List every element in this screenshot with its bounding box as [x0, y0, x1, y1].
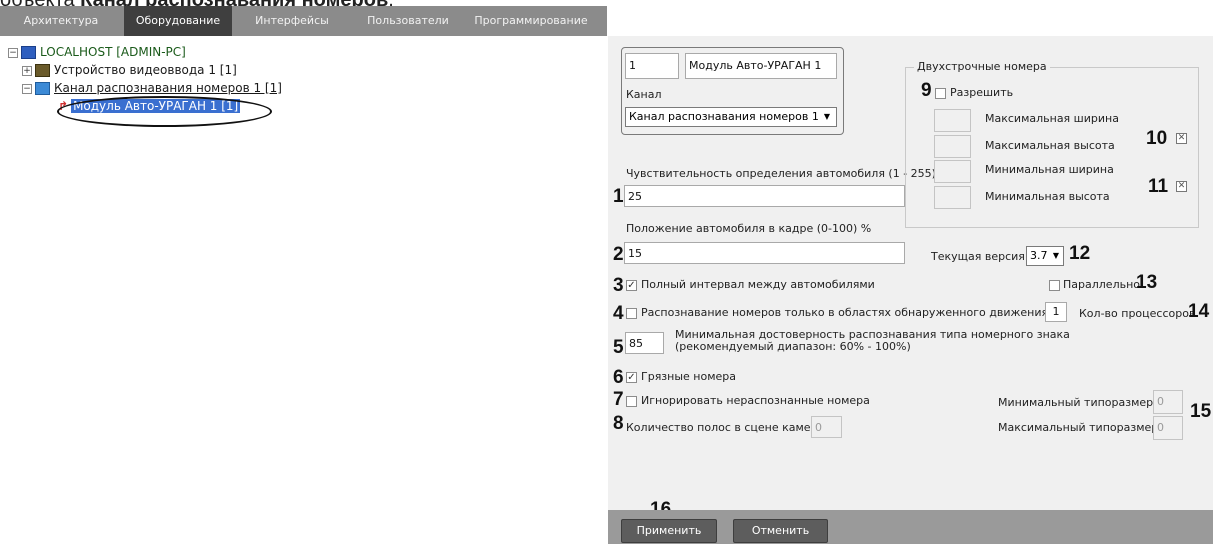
video-device-icon [35, 64, 50, 77]
x-box-icon: ✕ [1176, 133, 1187, 144]
two-line-plates-title: Двухстрочные номера [914, 60, 1050, 73]
chevron-down-icon: ▼ [823, 112, 831, 121]
callout-8: 8 [613, 413, 624, 434]
full-interval-label: Полный интервал между автомобилями [641, 278, 875, 291]
lanes-input[interactable]: 0 [811, 416, 842, 438]
settings-panel: 1 Модуль Авто-УРАГАН 1 Канал Канал распо… [608, 36, 1213, 544]
position-label: Положение автомобиля в кадре (0-100) % [626, 222, 872, 235]
max-size-label: Максимальный типоразмер [998, 421, 1159, 434]
tab-architecture[interactable]: Архитектура [0, 6, 122, 36]
sensitivity-input[interactable]: 25 [624, 185, 905, 207]
version-select[interactable]: 3.7 ▼ [1026, 246, 1064, 266]
cpu-count-input[interactable]: 1 [1045, 302, 1067, 322]
position-input[interactable]: 15 [624, 242, 905, 264]
channel-label: Канал [626, 88, 662, 101]
tree-label-channel: Канал распознавания номеров 1 [1] [54, 81, 282, 95]
channel-select[interactable]: Канал распознавания номеров 1 ▼ [625, 107, 837, 127]
max-height-input[interactable] [934, 135, 971, 158]
min-reliability-label: Минимальная достоверность распознавания … [675, 329, 1070, 353]
parallel-label: Параллельно [1063, 278, 1140, 291]
cpu-count-label: Кол-во процессоров [1079, 307, 1196, 320]
callout-11: 11 [1148, 176, 1169, 197]
motion-only-label: Распознавание номеров только в областях … [641, 306, 1049, 319]
tab-equipment[interactable]: Оборудование [124, 6, 232, 36]
callout-9: 9 [921, 80, 932, 101]
bottom-button-bar: Применить Отменить [608, 510, 1213, 544]
callout-15: 15 [1190, 401, 1212, 422]
min-width-input[interactable] [934, 160, 971, 183]
min-reliability-input[interactable]: 85 [625, 332, 664, 354]
object-name-field[interactable]: Модуль Авто-УРАГАН 1 [685, 53, 837, 79]
ignore-unrecognized-label: Игнорировать нераспознанные номера [641, 394, 870, 407]
highlight-ellipse [57, 96, 272, 127]
version-select-value: 3.7 [1030, 249, 1048, 262]
callout-6: 6 [613, 367, 624, 388]
callout-3: 3 [613, 275, 624, 296]
callout-7: 7 [613, 389, 624, 410]
min-width-label: Минимальная ширина [985, 163, 1114, 176]
lpr-channel-icon [35, 82, 50, 95]
tree-label-video: Устройство видеоввода 1 [1] [54, 63, 237, 77]
tab-users[interactable]: Пользователи [352, 6, 464, 36]
callout-10: 10 [1146, 128, 1168, 149]
callout-12: 12 [1069, 243, 1091, 264]
lanes-label: Количество полос в сцене камеры [626, 421, 827, 434]
dirty-plates-label: Грязные номера [641, 370, 737, 383]
min-size-label: Минимальный типоразмер [998, 396, 1154, 409]
computer-icon [21, 46, 36, 59]
parallel-checkbox[interactable] [1049, 280, 1060, 291]
object-id-field[interactable]: 1 [625, 53, 679, 79]
apply-button[interactable]: Применить [621, 519, 717, 543]
max-width-input[interactable] [934, 109, 971, 132]
chevron-down-icon: ▼ [1052, 251, 1060, 260]
tab-programming[interactable]: Программирование [466, 6, 596, 36]
full-interval-checkbox[interactable]: ✓ [626, 280, 637, 291]
tab-interfaces[interactable]: Интерфейсы [236, 6, 348, 36]
ignore-unrecognized-checkbox[interactable] [626, 396, 637, 407]
max-width-label: Максимальная ширина [985, 112, 1119, 125]
tree-label-localhost: LOCALHOST [ADMIN-PC] [40, 45, 186, 59]
callout-13: 13 [1136, 272, 1158, 293]
min-height-input[interactable] [934, 186, 971, 209]
callout-4: 4 [613, 303, 624, 324]
tree-node-localhost[interactable]: − LOCALHOST [ADMIN-PC] [8, 44, 186, 60]
motion-only-checkbox[interactable] [626, 308, 637, 319]
callout-5: 5 [613, 337, 624, 358]
sensitivity-label: Чувствительность определения автомобиля … [626, 167, 936, 180]
min-reliability-label-line2: (рекомендуемый диапазон: 60% - 100%) [675, 340, 911, 353]
cancel-button[interactable]: Отменить [733, 519, 828, 543]
callout-2: 2 [613, 244, 624, 265]
x-box-icon: ✕ [1176, 181, 1187, 192]
allow-two-line-checkbox[interactable] [935, 88, 946, 99]
max-size-input[interactable]: 0 [1153, 416, 1183, 440]
version-label: Текущая версия: [931, 250, 1029, 263]
min-height-label: Минимальная высота [985, 190, 1110, 203]
collapse-icon[interactable]: − [22, 83, 32, 94]
callout-1: 1 [613, 186, 624, 207]
tree-node-lpr-channel[interactable]: − Канал распознавания номеров 1 [1] [22, 80, 282, 96]
expand-icon[interactable]: + [22, 65, 32, 76]
top-menu-bar: Архитектура Оборудование Интерфейсы Поль… [0, 6, 607, 36]
max-height-label: Максимальная высота [985, 139, 1115, 152]
min-size-input[interactable]: 0 [1153, 390, 1183, 414]
collapse-icon[interactable]: − [8, 47, 18, 58]
tree-node-video-input[interactable]: + Устройство видеоввода 1 [1] [22, 62, 237, 78]
allow-two-line-label: Разрешить [950, 86, 1014, 99]
channel-select-value: Канал распознавания номеров 1 [629, 110, 819, 123]
callout-14: 14 [1188, 301, 1210, 322]
dirty-plates-checkbox[interactable]: ✓ [626, 372, 637, 383]
